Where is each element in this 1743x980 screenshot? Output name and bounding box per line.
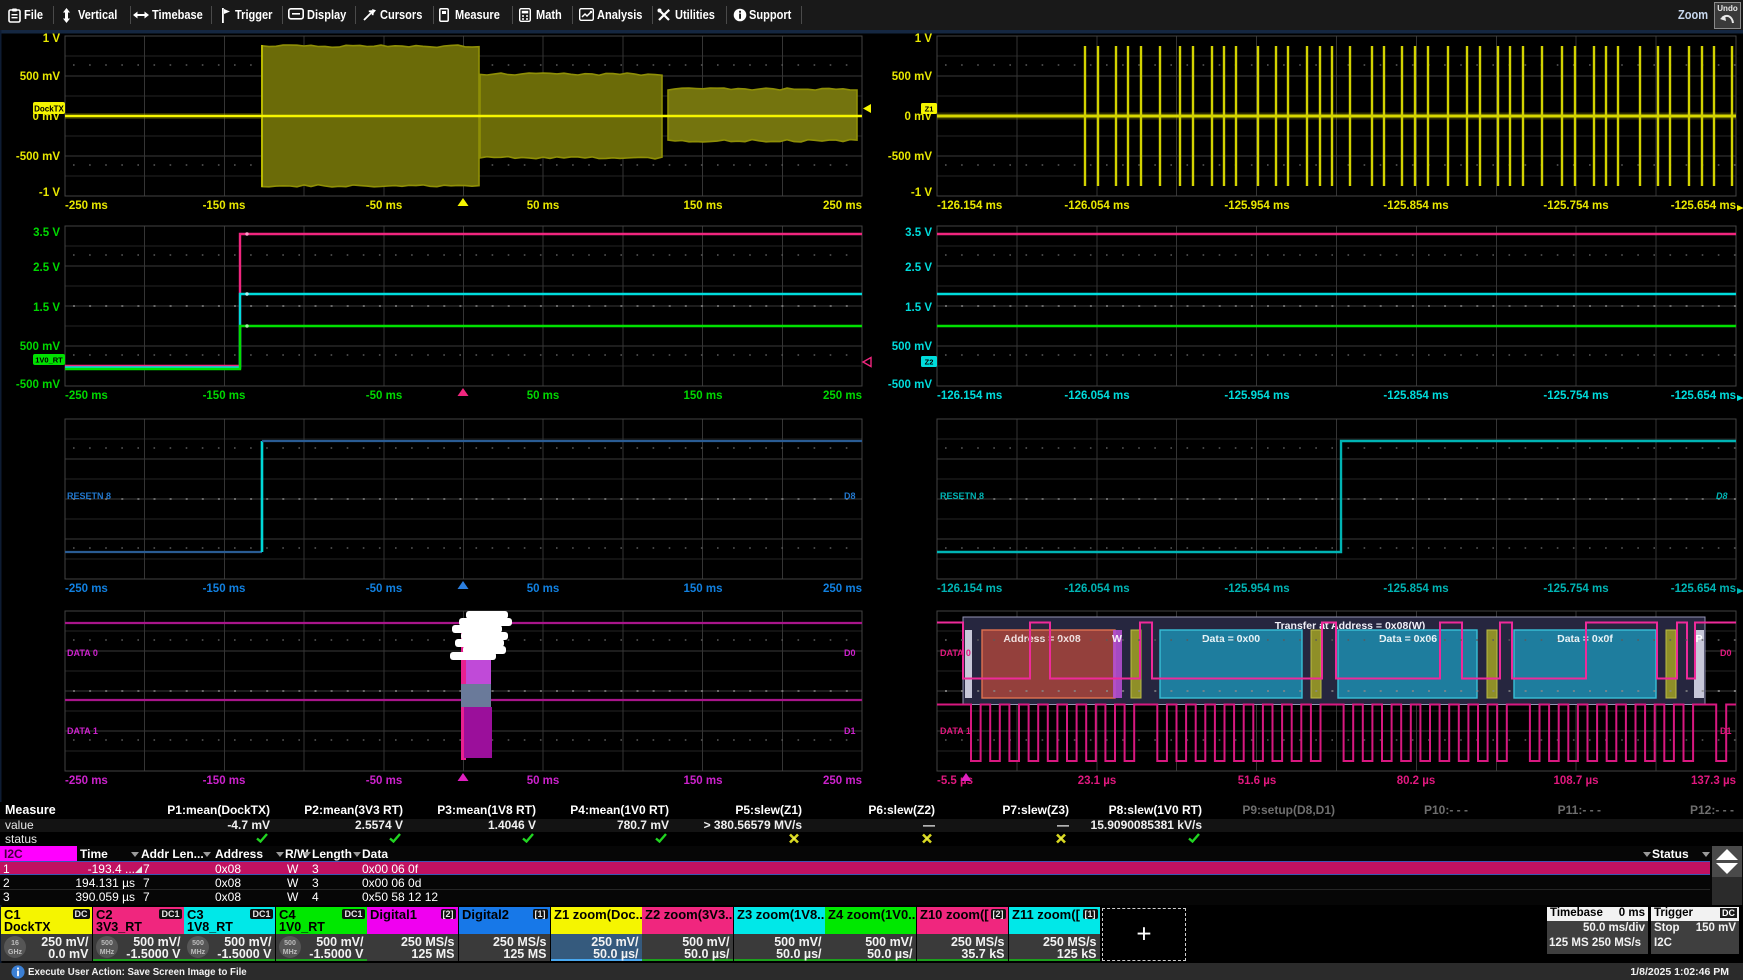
svg-text:Data = 0x00: Data = 0x00 — [1202, 633, 1260, 645]
svg-text:-125.654 ms: -125.654 ms — [1671, 200, 1736, 212]
svg-text:Data = 0x06: Data = 0x06 — [1379, 633, 1437, 645]
svg-text:150 ms: 150 ms — [683, 583, 722, 595]
svg-text:DATA 0: DATA 0 — [940, 648, 971, 658]
svg-text:-50 ms: -50 ms — [366, 583, 402, 595]
svg-text:-50 ms: -50 ms — [366, 775, 402, 787]
svg-text:50 ms: 50 ms — [527, 390, 560, 402]
svg-text:108.7 µs: 108.7 µs — [1554, 775, 1599, 787]
svg-text:-500 mV: -500 mV — [888, 379, 932, 391]
svg-text:150 ms: 150 ms — [683, 775, 722, 787]
svg-text:W: W — [1112, 633, 1122, 645]
svg-text:50 ms: 50 ms — [527, 583, 560, 595]
svg-text:2.5 V: 2.5 V — [33, 262, 60, 274]
svg-text:-125.954 ms: -125.954 ms — [1224, 390, 1289, 402]
svg-text:50 ms: 50 ms — [527, 200, 560, 212]
svg-text:250 ms: 250 ms — [823, 775, 862, 787]
svg-text:50 ms: 50 ms — [527, 775, 560, 787]
svg-text:-250 ms: -250 ms — [65, 200, 108, 212]
svg-text:-126.054 ms: -126.054 ms — [1064, 583, 1129, 595]
svg-text:RESETN 8: RESETN 8 — [940, 491, 984, 501]
svg-text:DATA 1: DATA 1 — [67, 726, 98, 736]
svg-text:Z1: Z1 — [925, 105, 934, 114]
svg-text:500 mV: 500 mV — [20, 341, 61, 353]
svg-text:D1: D1 — [1720, 726, 1732, 736]
svg-text:150 ms: 150 ms — [683, 200, 722, 212]
svg-text:-150 ms: -150 ms — [203, 200, 246, 212]
svg-text:1.5 V: 1.5 V — [33, 302, 60, 314]
svg-text:-1 V: -1 V — [911, 187, 932, 199]
svg-text:RESETN 8: RESETN 8 — [67, 491, 111, 501]
svg-text:500 mV: 500 mV — [20, 71, 61, 83]
svg-text:250 ms: 250 ms — [823, 583, 862, 595]
svg-text:150 ms: 150 ms — [683, 390, 722, 402]
svg-text:-250 ms: -250 ms — [65, 390, 108, 402]
svg-text:-125.854 ms: -125.854 ms — [1383, 390, 1448, 402]
svg-text:-50 ms: -50 ms — [366, 200, 402, 212]
svg-text:-126.154 ms: -126.154 ms — [937, 390, 1002, 402]
svg-text:-150 ms: -150 ms — [203, 775, 246, 787]
svg-text:-125.854 ms: -125.854 ms — [1383, 200, 1448, 212]
svg-text:-126.154 ms: -126.154 ms — [937, 583, 1002, 595]
svg-text:D1: D1 — [844, 726, 856, 736]
svg-text:500 mV: 500 mV — [892, 341, 933, 353]
svg-text:1.5 V: 1.5 V — [905, 302, 932, 314]
svg-text:-125.654 ms: -125.654 ms — [1671, 583, 1736, 595]
svg-text:-125.654 ms: -125.654 ms — [1671, 390, 1736, 402]
svg-text:137.3 µs: 137.3 µs — [1691, 775, 1736, 787]
svg-text:-125.954 ms: -125.954 ms — [1224, 583, 1289, 595]
svg-text:250 ms: 250 ms — [823, 200, 862, 212]
svg-text:-125.954 ms: -125.954 ms — [1224, 200, 1289, 212]
svg-text:80.2 µs: 80.2 µs — [1397, 775, 1436, 787]
svg-text:DATA 0: DATA 0 — [67, 648, 98, 658]
svg-text:-500 mV: -500 mV — [16, 151, 60, 163]
svg-text:D0: D0 — [1720, 648, 1732, 658]
svg-text:DockTX: DockTX — [34, 105, 64, 114]
svg-text:-50 ms: -50 ms — [366, 390, 402, 402]
svg-text:3.5 V: 3.5 V — [33, 227, 60, 239]
svg-text:-500 mV: -500 mV — [888, 151, 932, 163]
svg-text:-150 ms: -150 ms — [203, 390, 246, 402]
svg-text:-125.754 ms: -125.754 ms — [1543, 390, 1608, 402]
svg-text:1V0_RT: 1V0_RT — [35, 356, 63, 365]
svg-text:23.1 µs: 23.1 µs — [1078, 775, 1117, 787]
svg-text:D8: D8 — [1716, 491, 1728, 501]
svg-text:51.6 µs: 51.6 µs — [1238, 775, 1277, 787]
svg-text:-500 mV: -500 mV — [16, 379, 60, 391]
svg-text:-250 ms: -250 ms — [65, 583, 108, 595]
svg-text:250 ms: 250 ms — [823, 390, 862, 402]
svg-text:D8: D8 — [844, 491, 856, 501]
svg-text:DATA 1: DATA 1 — [940, 726, 971, 736]
svg-text:1 V: 1 V — [43, 33, 61, 45]
svg-text:-126.054 ms: -126.054 ms — [1064, 390, 1129, 402]
svg-text:1 V: 1 V — [915, 33, 933, 45]
svg-text:-1 V: -1 V — [39, 187, 60, 199]
svg-text:2.5 V: 2.5 V — [905, 262, 932, 274]
svg-text:-126.054 ms: -126.054 ms — [1064, 200, 1129, 212]
svg-text:500 mV: 500 mV — [892, 71, 933, 83]
svg-text:3.5 V: 3.5 V — [905, 227, 932, 239]
svg-text:D0: D0 — [844, 648, 856, 658]
svg-text:P: P — [1695, 633, 1702, 645]
svg-text:-150 ms: -150 ms — [203, 583, 246, 595]
svg-text:-125.754 ms: -125.754 ms — [1543, 200, 1608, 212]
svg-text:Address = 0x08: Address = 0x08 — [1003, 633, 1081, 645]
svg-text:-125.754 ms: -125.754 ms — [1543, 583, 1608, 595]
svg-text:-250 ms: -250 ms — [65, 775, 108, 787]
svg-text:-125.854 ms: -125.854 ms — [1383, 583, 1448, 595]
svg-text:Z2: Z2 — [925, 358, 934, 367]
svg-text:-126.154 ms: -126.154 ms — [937, 200, 1002, 212]
